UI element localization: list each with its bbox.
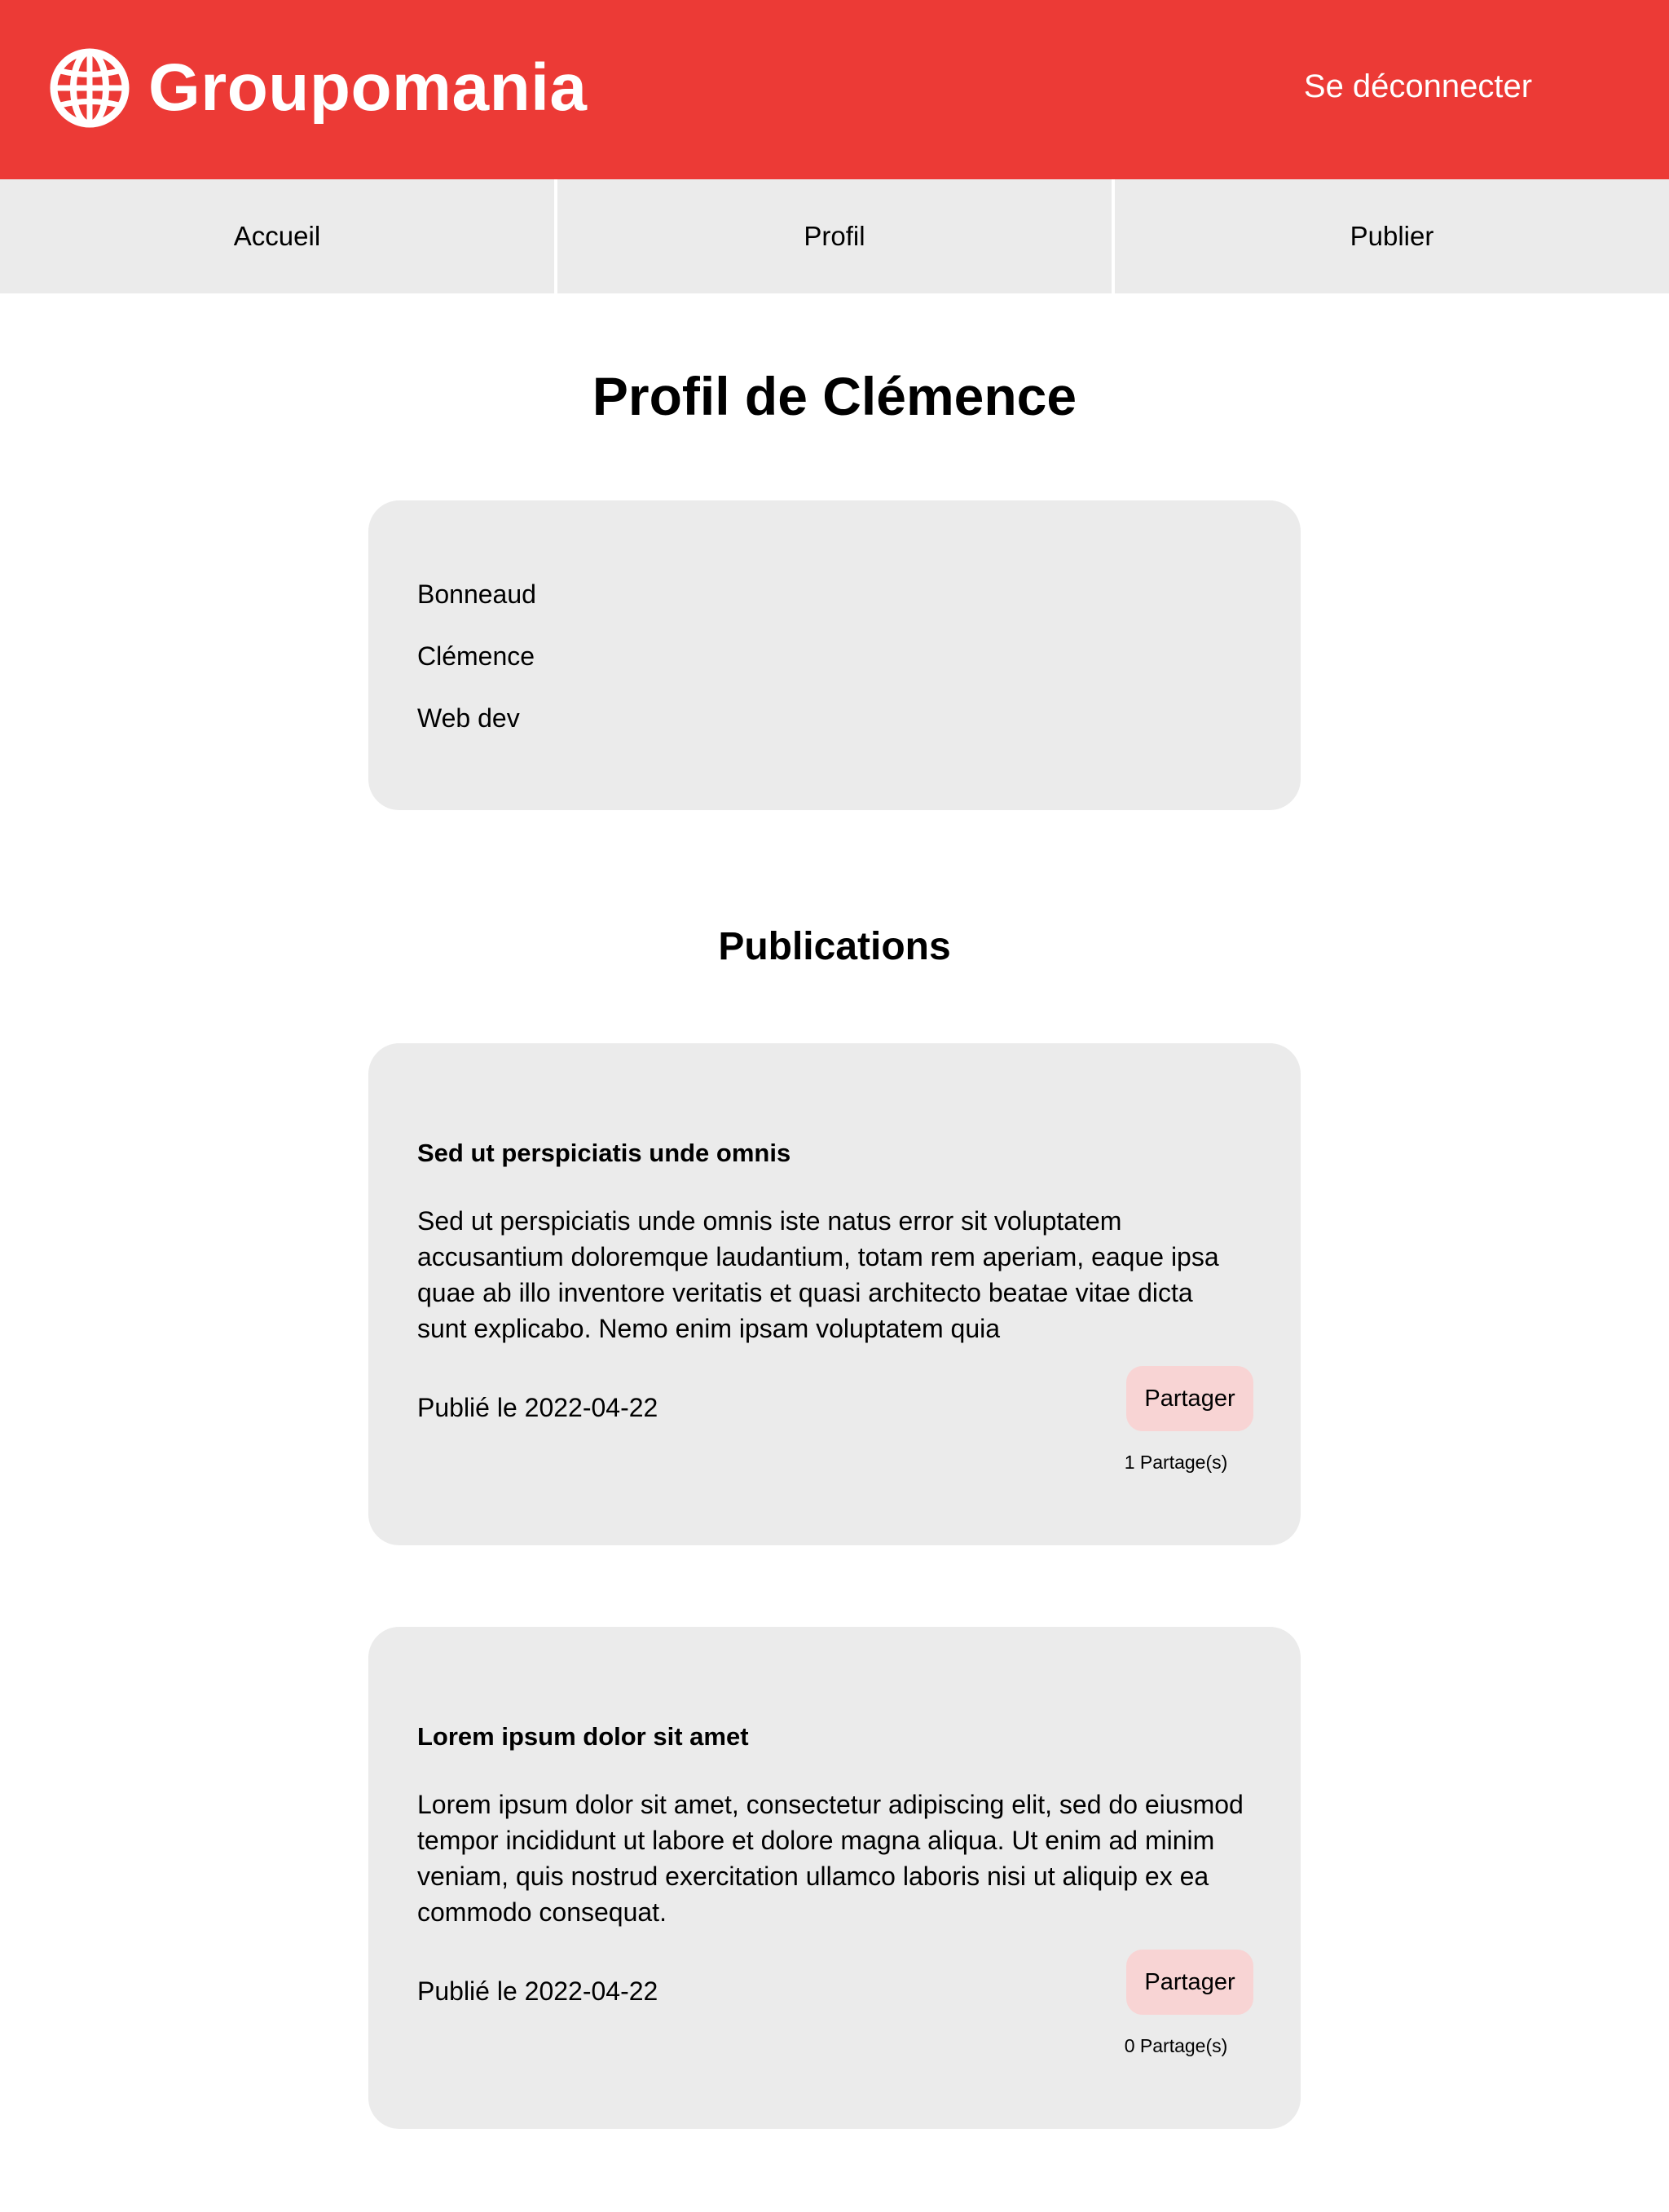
profile-first-name: Clémence: [417, 641, 535, 671]
page-title: Profil de Clémence: [592, 366, 1077, 426]
profile-job: Web dev: [417, 703, 520, 733]
app-header: Groupomania Se déconnecter: [0, 0, 1669, 179]
brand-name[interactable]: Groupomania: [148, 39, 588, 137]
nav-item-publish[interactable]: Publier: [1112, 179, 1669, 293]
profile-card: Bonneaud Clémence Web dev: [368, 500, 1301, 810]
logout-button[interactable]: Se déconnecter: [1271, 49, 1565, 124]
profile-last-name: Bonneaud: [417, 579, 536, 609]
post-title: Lorem ipsum dolor sit amet: [417, 1722, 749, 1751]
share-count: 0 Partage(s): [1124, 2035, 1228, 2056]
post-card: Lorem ipsum dolor sit amet Lorem ipsum d…: [368, 1627, 1301, 2129]
main-nav: Accueil Profil Publier: [0, 179, 1669, 293]
post-body: Sed ut perspiciatis unde omnis iste natu…: [417, 1206, 1219, 1343]
post-card: Sed ut perspiciatis unde omnis Sed ut pe…: [368, 1043, 1301, 1545]
share-button[interactable]: Partager: [1126, 1366, 1253, 1431]
nav-item-home[interactable]: Accueil: [0, 179, 554, 293]
share-button[interactable]: Partager: [1126, 1950, 1253, 2015]
globe-icon[interactable]: [49, 47, 130, 129]
post-date: Publié le 2022-04-22: [417, 1976, 658, 2006]
post-title: Sed ut perspiciatis unde omnis: [417, 1139, 791, 1167]
nav-item-profile[interactable]: Profil: [554, 179, 1112, 293]
share-count: 1 Partage(s): [1124, 1452, 1228, 1473]
publications-heading: Publications: [718, 925, 951, 968]
post-body: Lorem ipsum dolor sit amet, consectetur …: [417, 1790, 1244, 1927]
post-date: Publié le 2022-04-22: [417, 1393, 658, 1422]
